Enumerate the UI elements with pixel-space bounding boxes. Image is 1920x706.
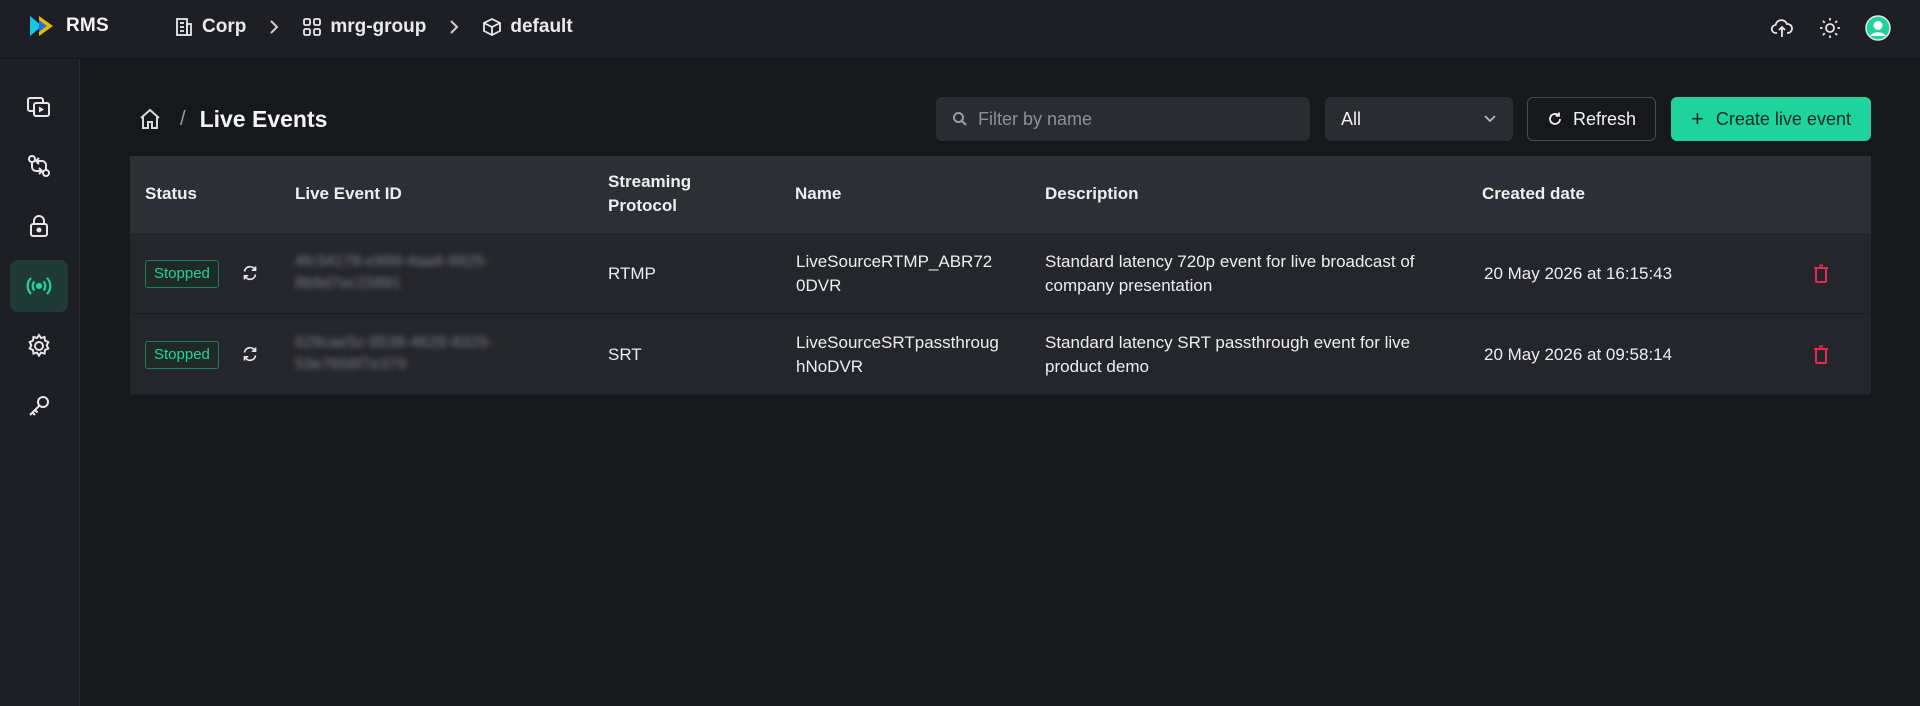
page-breadcrumb: / Live Events [138, 104, 327, 134]
sidebar-item-media[interactable] [10, 81, 68, 133]
chevron-right-icon [268, 19, 280, 35]
building-icon [176, 18, 192, 36]
top-bar: RMS Corp mrg-group default [0, 0, 1920, 59]
name-cell-line1[interactable]: LiveSourceRTMP_ABR72 [796, 250, 992, 274]
refresh-label: Refresh [1572, 108, 1637, 129]
created-date-cell: 20 May 2026 at 09:58:14 [1484, 345, 1673, 364]
breadcrumb-label: default [510, 16, 573, 37]
chevron-down-icon [1484, 115, 1496, 123]
top-actions [1748, 14, 1892, 42]
header-protocol-line1[interactable]: Streaming [608, 170, 691, 194]
name-cell-line1[interactable]: LiveSourceSRTpassthroug [796, 331, 999, 355]
plus-icon: + [1691, 106, 1704, 131]
sidebar-item-settings[interactable] [10, 320, 68, 372]
header-description[interactable]: Description [1045, 182, 1139, 206]
key-icon [29, 396, 49, 416]
description-cell-line1: Standard latency SRT passthrough event f… [1045, 333, 1411, 352]
header-status[interactable]: Status [145, 182, 197, 206]
header-name[interactable]: Name [795, 182, 841, 206]
create-live-event-button[interactable]: + Create live event [1671, 97, 1871, 141]
chevron-right-icon [448, 19, 460, 35]
description-cell-line2: product demo [1045, 357, 1149, 376]
avatar-icon [1865, 15, 1891, 41]
search-icon [953, 112, 967, 126]
theme-toggle-button[interactable] [1816, 14, 1844, 42]
protocol-cell: SRT [608, 345, 642, 364]
sidebar-item-transfer[interactable] [10, 140, 68, 192]
delete-icon[interactable] [1812, 345, 1830, 365]
status-select-value: All [1341, 108, 1362, 129]
description-cell-line2: company presentation [1045, 276, 1213, 295]
media-library-icon [27, 97, 50, 117]
scope-breadcrumb: Corp mrg-group default [174, 14, 573, 40]
header-protocol-line2: Protocol [608, 196, 677, 215]
lock-icon [30, 215, 48, 237]
filter-field[interactable] [936, 97, 1310, 141]
transfer-icon [28, 155, 50, 177]
home-icon[interactable] [138, 107, 162, 131]
header-id[interactable]: Live Event ID [295, 182, 402, 206]
cube-icon [483, 17, 502, 37]
breadcrumb-label: Corp [202, 16, 247, 37]
sidebar-nav [0, 59, 80, 706]
protocol-cell: RTMP [608, 264, 656, 283]
live-events-table: Status Live Event ID Streaming Protocol … [130, 156, 1871, 395]
sidebar-item-live-events[interactable] [10, 260, 68, 312]
table-row[interactable]: Stopped 629cae5c-8538-4628-8329- 53e7656… [130, 314, 1871, 395]
sidebar-item-keys[interactable] [10, 380, 68, 432]
table-header: Status Live Event ID Streaming Protocol … [130, 156, 1871, 233]
refresh-status-icon[interactable] [241, 345, 259, 363]
status-badge: Stopped [145, 260, 219, 288]
create-label: Create live event [1715, 108, 1851, 129]
live-event-id-line1: 4fc34178-e999-4aa4-9925- [295, 253, 489, 270]
breadcrumb-separator: / [180, 107, 186, 130]
status-badge: Stopped [145, 341, 219, 369]
live-broadcast-icon [26, 277, 52, 295]
refresh-icon [1549, 112, 1561, 125]
header-created[interactable]: Created date [1482, 182, 1585, 206]
gear-icon [28, 333, 50, 358]
filter-input[interactable] [978, 108, 1298, 130]
brand[interactable]: RMS [28, 14, 109, 38]
refresh-button[interactable]: Refresh [1527, 97, 1656, 141]
page-title: Live Events [199, 105, 328, 132]
breadcrumb-corp[interactable]: Corp [174, 16, 246, 38]
created-date-cell: 20 May 2026 at 16:15:43 [1484, 264, 1673, 283]
refresh-status-icon[interactable] [241, 264, 259, 282]
rms-logo-icon [30, 16, 53, 36]
grid-icon [303, 18, 322, 36]
live-event-id-line2: 53e7656f7e379 [295, 356, 407, 373]
name-cell-line2[interactable]: hNoDVR [796, 355, 863, 379]
live-event-id-line2: 8b9d7ec15891 [295, 275, 401, 292]
breadcrumb-mrg-group[interactable]: mrg-group [302, 16, 426, 38]
app-name: RMS [66, 15, 109, 36]
description-cell-line1: Standard latency 720p event for live bro… [1045, 252, 1415, 271]
upload-icon [1770, 19, 1793, 37]
name-cell-line2[interactable]: 0DVR [796, 274, 841, 298]
live-event-id-line1: 629cae5c-8538-4628-8329- [295, 334, 493, 351]
breadcrumb-label: mrg-group [330, 16, 427, 37]
delete-icon[interactable] [1812, 264, 1830, 284]
user-menu-button[interactable] [1864, 14, 1892, 42]
sidebar-item-security[interactable] [10, 200, 68, 252]
upload-button[interactable] [1768, 14, 1796, 42]
breadcrumb-default[interactable]: default [482, 16, 573, 38]
status-select[interactable]: All [1325, 97, 1513, 141]
table-row[interactable]: Stopped 4fc34178-e999-4aa4-9925- 8b9d7ec… [130, 233, 1871, 314]
sun-icon [1820, 18, 1840, 38]
